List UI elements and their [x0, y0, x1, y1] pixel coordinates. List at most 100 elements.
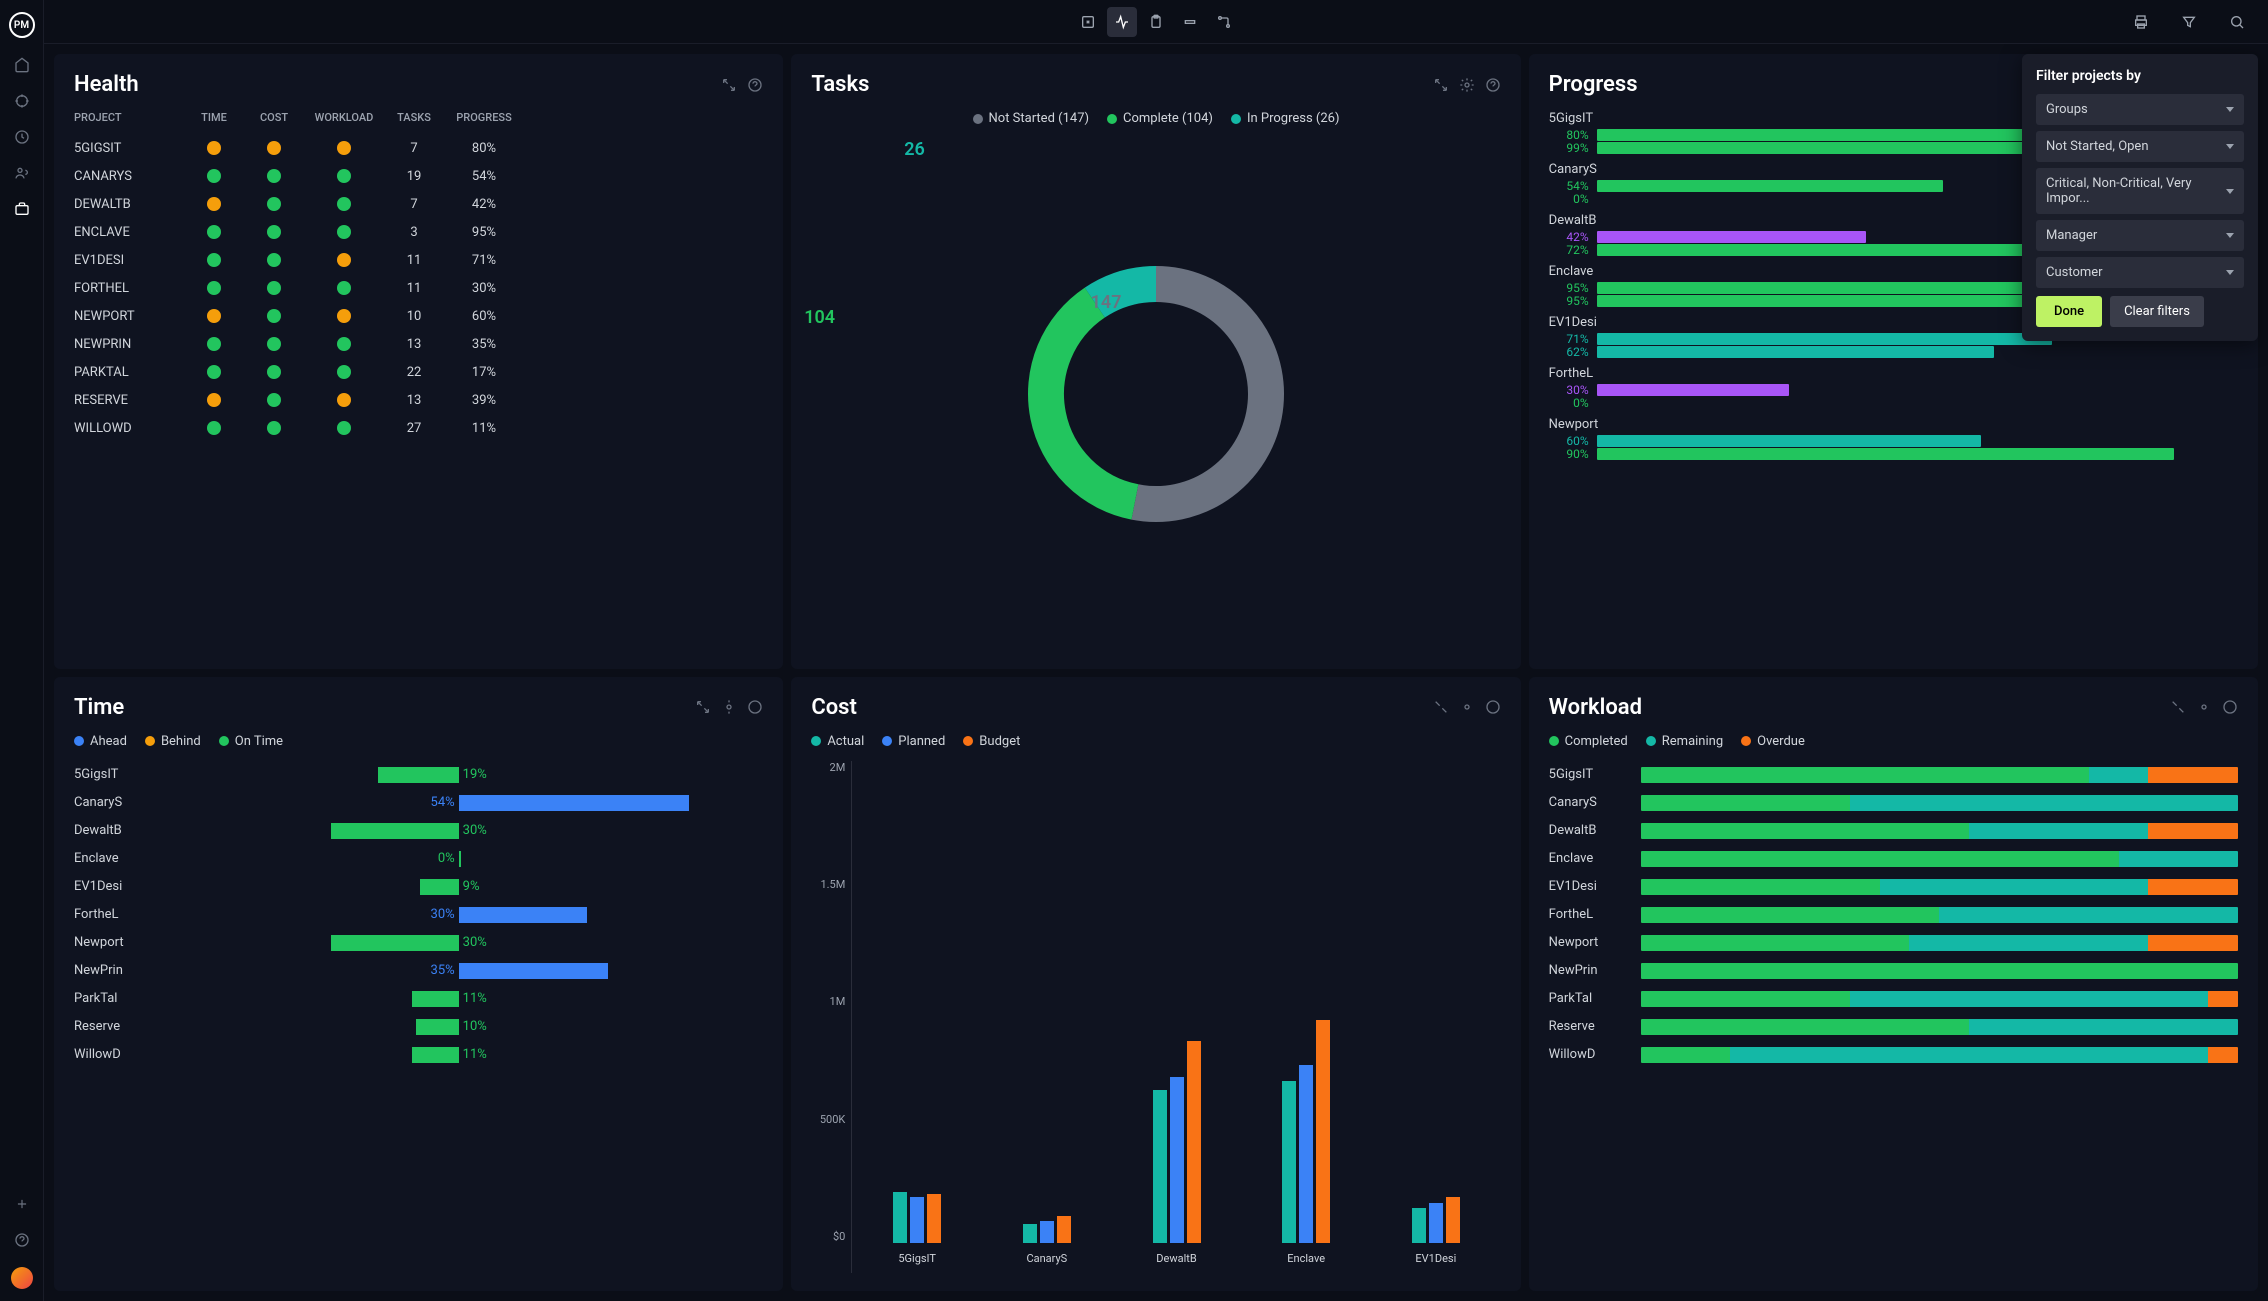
filter-select[interactable]: Groups: [2036, 94, 2244, 125]
legend-item: In Progress (26): [1231, 111, 1340, 126]
cost-bar-group[interactable]: DewaltB: [1122, 973, 1232, 1243]
health-row[interactable]: NEWPORT1060%: [74, 302, 763, 330]
health-title: Health: [74, 72, 139, 97]
legend-item: Complete (104): [1107, 111, 1213, 126]
expand-icon[interactable]: [721, 77, 737, 93]
view-flow-icon[interactable]: [1209, 7, 1239, 37]
status-dot: [337, 169, 351, 183]
time-row[interactable]: DewaltB30%: [74, 817, 763, 845]
status-dot: [207, 337, 221, 351]
time-row[interactable]: Newport30%: [74, 929, 763, 957]
status-dot: [337, 141, 351, 155]
tasks-panel: Tasks Not Started (147)Complete (104)In …: [791, 54, 1520, 669]
workload-row[interactable]: DewaltB: [1549, 817, 2238, 845]
gear-icon[interactable]: [2196, 699, 2212, 715]
print-icon[interactable]: [2126, 7, 2156, 37]
gear-icon[interactable]: [721, 699, 737, 715]
help-icon[interactable]: [2222, 699, 2238, 715]
expand-icon[interactable]: [695, 699, 711, 715]
health-row[interactable]: RESERVE1339%: [74, 386, 763, 414]
workload-row[interactable]: Reserve: [1549, 1013, 2238, 1041]
health-row[interactable]: NEWPRIN1335%: [74, 330, 763, 358]
gear-icon[interactable]: [1459, 77, 1475, 93]
filter-select[interactable]: Not Started, Open: [2036, 131, 2244, 162]
time-row[interactable]: 5GigsIT19%: [74, 761, 763, 789]
filter-select[interactable]: Customer: [2036, 257, 2244, 288]
time-row[interactable]: EV1Desi9%: [74, 873, 763, 901]
status-dot: [207, 281, 221, 295]
workload-row[interactable]: EV1Desi: [1549, 873, 2238, 901]
health-row[interactable]: EV1DESI1171%: [74, 246, 763, 274]
health-row[interactable]: ENCLAVE395%: [74, 218, 763, 246]
clear-filters-button[interactable]: Clear filters: [2110, 296, 2204, 327]
search-icon[interactable]: [2222, 7, 2252, 37]
legend-item: Planned: [882, 734, 945, 749]
done-button[interactable]: Done: [2036, 296, 2102, 327]
progress-row[interactable]: Newport60%90%: [1549, 417, 2238, 460]
workload-row[interactable]: FortheL: [1549, 901, 2238, 929]
time-row[interactable]: Enclave0%: [74, 845, 763, 873]
time-row[interactable]: NewPrin35%: [74, 957, 763, 985]
clock-icon[interactable]: [13, 128, 31, 146]
users-icon[interactable]: [13, 164, 31, 182]
view-clipboard-icon[interactable]: [1141, 7, 1171, 37]
help-icon[interactable]: [13, 1231, 31, 1249]
workload-row[interactable]: NewPrin: [1549, 957, 2238, 985]
expand-icon[interactable]: [1433, 699, 1449, 715]
app-logo[interactable]: PM: [9, 12, 35, 38]
avatar[interactable]: [11, 1267, 33, 1289]
view-minus-icon[interactable]: [1175, 7, 1205, 37]
workload-row[interactable]: CanaryS: [1549, 789, 2238, 817]
workload-row[interactable]: 5GigsIT: [1549, 761, 2238, 789]
workload-row[interactable]: WillowD: [1549, 1041, 2238, 1069]
health-col-header: PROGRESS: [444, 111, 524, 124]
status-dot: [267, 197, 281, 211]
gear-icon[interactable]: [1459, 699, 1475, 715]
status-dot: [337, 365, 351, 379]
health-row[interactable]: DEWALTB742%: [74, 190, 763, 218]
status-dot: [207, 421, 221, 435]
cost-title: Cost: [811, 695, 857, 720]
workload-row[interactable]: ParkTal: [1549, 985, 2238, 1013]
cost-panel: Cost ActualPlannedBudget 2M1.5M1M500K$0 …: [791, 677, 1520, 1292]
cost-bar-group[interactable]: EV1Desi: [1381, 973, 1491, 1243]
time-row[interactable]: CanaryS54%: [74, 789, 763, 817]
health-row[interactable]: PARKTAL2217%: [74, 358, 763, 386]
health-row[interactable]: 5GIGSIT780%: [74, 134, 763, 162]
tasks-title: Tasks: [811, 72, 869, 97]
status-dot: [207, 197, 221, 211]
expand-icon[interactable]: [1433, 77, 1449, 93]
cost-bar-group[interactable]: CanaryS: [992, 973, 1102, 1243]
health-col-header: PROJECT: [74, 111, 184, 124]
target-icon[interactable]: [13, 92, 31, 110]
workload-row[interactable]: Enclave: [1549, 845, 2238, 873]
help-icon[interactable]: [1485, 699, 1501, 715]
workload-row[interactable]: Newport: [1549, 929, 2238, 957]
time-row[interactable]: FortheL30%: [74, 901, 763, 929]
health-row[interactable]: FORTHEL1130%: [74, 274, 763, 302]
view-activity-icon[interactable]: [1107, 7, 1137, 37]
cost-bar-group[interactable]: 5GigsIT: [862, 973, 972, 1243]
time-row[interactable]: Reserve10%: [74, 1013, 763, 1041]
filter-select[interactable]: Manager: [2036, 220, 2244, 251]
time-row[interactable]: ParkTal11%: [74, 985, 763, 1013]
view-zoom-icon[interactable]: [1073, 7, 1103, 37]
chevron-down-icon: [2226, 233, 2234, 238]
expand-icon[interactable]: [2170, 699, 2186, 715]
filter-icon[interactable]: [2174, 7, 2204, 37]
help-icon[interactable]: [747, 77, 763, 93]
filter-select[interactable]: Critical, Non-Critical, Very Impor...: [2036, 168, 2244, 214]
status-dot: [337, 253, 351, 267]
progress-row[interactable]: FortheL30%0%: [1549, 366, 2238, 409]
briefcase-icon[interactable]: [13, 200, 31, 218]
health-row[interactable]: WILLOWD2711%: [74, 414, 763, 442]
status-dot: [267, 253, 281, 267]
time-row[interactable]: WillowD11%: [74, 1041, 763, 1069]
help-icon[interactable]: [747, 699, 763, 715]
home-icon[interactable]: [13, 56, 31, 74]
help-icon[interactable]: [1485, 77, 1501, 93]
health-row[interactable]: CANARYS1954%: [74, 162, 763, 190]
status-dot: [267, 309, 281, 323]
cost-bar-group[interactable]: Enclave: [1251, 973, 1361, 1243]
plus-icon[interactable]: [13, 1195, 31, 1213]
